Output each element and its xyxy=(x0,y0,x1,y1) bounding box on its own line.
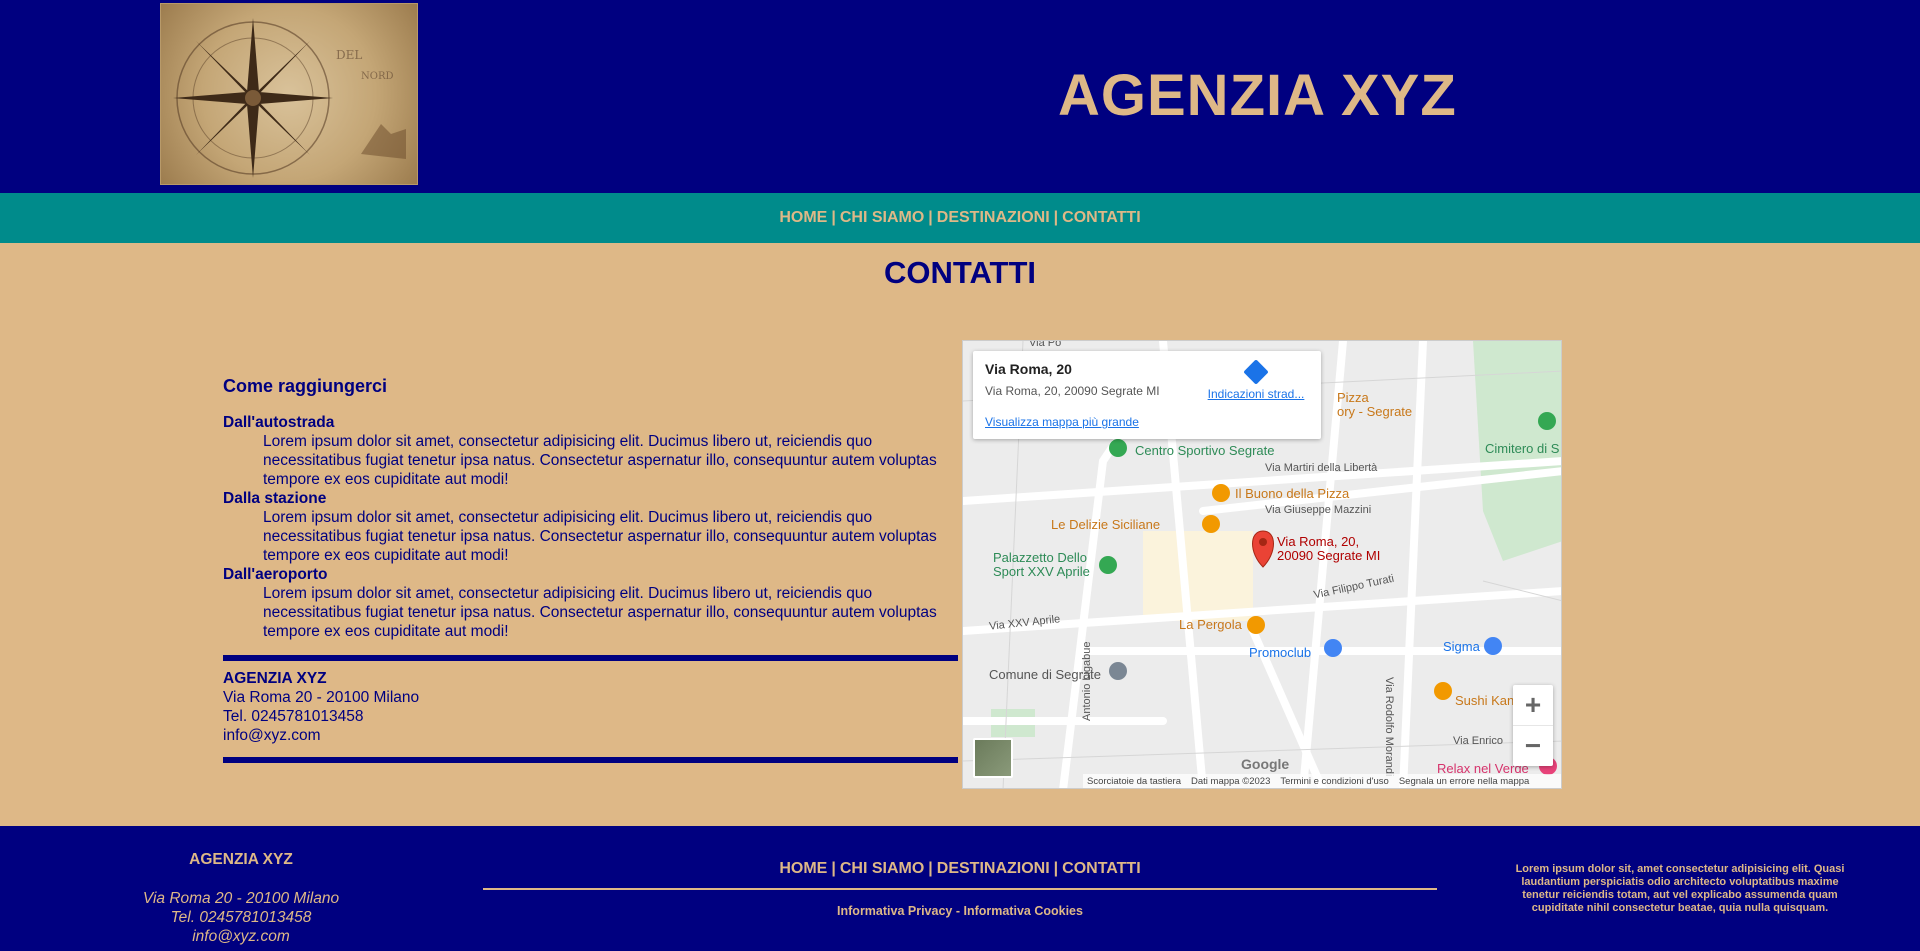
nav-item-destinazioni[interactable]: DESTINAZIONI xyxy=(937,209,1050,226)
logo[interactable]: DEL NORD xyxy=(160,3,418,185)
footer-legal-links[interactable]: Informativa Privacy - Informativa Cookie… xyxy=(837,904,1083,918)
satellite-toggle-button[interactable] xyxy=(973,738,1013,778)
section-heading: Come raggiungerci xyxy=(223,376,388,396)
map-pin-label-1: Via Roma, 20, xyxy=(1277,534,1360,549)
directions-list: Dall'autostrada Lorem ipsum dolor sit am… xyxy=(223,413,958,641)
footer-phone: Tel. 0245781013458 xyxy=(170,909,312,926)
directions-icon xyxy=(1243,359,1269,385)
directions-label: Indicazioni strad... xyxy=(1207,387,1305,401)
footer-nav: HOME | CHI SIAMO | DESTINAZIONI | CONTATTI Inf… xyxy=(483,860,1437,920)
map-footer-terms[interactable]: Termini e condizioni d'uso xyxy=(1280,776,1388,787)
map-pin-label-2: 20090 Segrate MI xyxy=(1277,548,1381,563)
map-label: Pizza ory - Segrate xyxy=(1337,390,1413,419)
nav-separator: | xyxy=(928,209,933,226)
map-label: Le Delizie Siciliane xyxy=(1051,517,1161,532)
nav-separator: | xyxy=(928,860,933,877)
map-label: La Pergola xyxy=(1179,617,1242,632)
nav-separator: | xyxy=(831,209,836,226)
map-label: Via Martiri della Libertà xyxy=(1265,462,1378,474)
footer-nav-links: HOME | CHI SIAMO | DESTINAZIONI | CONTATTI xyxy=(483,860,1437,878)
site-header: DEL NORD AGENZIA XYZ xyxy=(0,0,1920,193)
map-place-name: Via Roma, 20 xyxy=(985,361,1072,377)
map-footer-data: Dati mappa ©2023 xyxy=(1191,775,1271,787)
direction-term: Dall'aeroporto xyxy=(223,566,328,583)
divider xyxy=(223,655,958,661)
map-footer-report[interactable]: Segnala un errore nella mappa xyxy=(1399,776,1529,787)
zoom-controls: + − xyxy=(1513,685,1553,766)
map-label: Centro Sportivo Segrate xyxy=(1135,443,1275,458)
footer-contact: AGENZIA XYZ Via Roma 20 - 20100 Milano T… xyxy=(120,850,362,946)
nav-item-home[interactable]: HOME xyxy=(779,209,827,226)
zoom-in-button[interactable]: + xyxy=(1513,685,1553,725)
main-nav: HOME | CHI SIAMO | DESTINAZIONI | CONTATTI xyxy=(0,193,1920,243)
footer-divider xyxy=(483,888,1437,890)
map-label: Antonio Ligabue xyxy=(1081,641,1093,721)
map-footer: Scorciatoie da tastiera Dati mappa ©2023… xyxy=(1083,774,1561,788)
address-street: Via Roma 20 - 20100 Milano xyxy=(223,689,420,706)
footer-nav-item-chi-siamo[interactable]: CHI SIAMO xyxy=(840,860,924,877)
footer-email: info@xyz.com xyxy=(192,928,290,945)
page-title: CONTATTI xyxy=(883,255,1037,290)
map-label: Promoclub xyxy=(1249,645,1312,660)
address-name: AGENZIA XYZ xyxy=(223,670,327,687)
footer-nav-item-contatti[interactable]: CONTATTI xyxy=(1062,860,1141,877)
nav-separator: | xyxy=(831,860,836,877)
map-label: Via Po xyxy=(1029,340,1062,349)
map-label: Cimitero di S xyxy=(1485,441,1560,456)
footer-name: AGENZIA XYZ xyxy=(189,851,293,868)
map-label: Palazzetto Dello Sport XXV Aprile xyxy=(993,550,1090,579)
site-footer: AGENZIA XYZ Via Roma 20 - 20100 Milano T… xyxy=(0,826,1920,951)
direction-text: Lorem ipsum dolor sit amet, consectetur … xyxy=(263,509,937,564)
address-email: info@xyz.com xyxy=(223,727,321,744)
zoom-out-button[interactable]: − xyxy=(1513,725,1553,765)
contact-address: AGENZIA XYZ Via Roma 20 - 20100 Milano T… xyxy=(223,669,958,745)
directions-link[interactable]: Indicazioni strad... xyxy=(1201,359,1311,401)
compass-rose-icon: DEL NORD xyxy=(173,18,406,178)
map-label: Il Buono della Pizza xyxy=(1235,486,1350,501)
nav-links: HOME | CHI SIAMO | DESTINAZIONI | CONTATTI xyxy=(779,209,1140,227)
map-label: Via Enrico xyxy=(1453,735,1503,747)
address-phone: Tel. 0245781013458 xyxy=(223,708,364,725)
nav-separator: | xyxy=(1053,209,1059,226)
footer-nav-item-home[interactable]: HOME xyxy=(779,860,827,877)
direction-text: Lorem ipsum dolor sit amet, consectetur … xyxy=(263,433,937,488)
footer-blurb: Lorem ipsum dolor sit, amet consectetur … xyxy=(1515,863,1845,914)
map-label: Sushi Kan xyxy=(1455,693,1515,708)
map-footer-shortcuts[interactable]: Scorciatoie da tastiera xyxy=(1087,776,1181,787)
site-title: AGENZIA XYZ xyxy=(1058,63,1457,128)
divider xyxy=(223,757,958,763)
direction-text: Lorem ipsum dolor sit amet, consectetur … xyxy=(263,585,937,640)
map-info-card: Via Roma, 20 Via Roma, 20, 20090 Segrate… xyxy=(973,351,1321,439)
footer-nav-item-destinazioni[interactable]: DESTINAZIONI xyxy=(937,860,1050,877)
nav-item-contatti[interactable]: CONTATTI xyxy=(1062,209,1141,226)
larger-map-link[interactable]: Visualizza mappa più grande xyxy=(985,415,1139,429)
map-label: Via Giuseppe Mazzini xyxy=(1265,504,1372,516)
map-label: Sigma xyxy=(1443,639,1480,654)
svg-text:NORD: NORD xyxy=(361,71,394,82)
direction-term: Dall'autostrada xyxy=(223,414,335,431)
embedded-map[interactable]: Via Po Pizza ory - Segrate Centro Sporti… xyxy=(962,340,1562,789)
google-logo: Google xyxy=(1241,756,1290,772)
directions-section: Come raggiungerci Dall'autostrada Lorem … xyxy=(223,376,958,763)
direction-term: Dalla stazione xyxy=(223,490,327,507)
nav-item-chi-siamo[interactable]: CHI SIAMO xyxy=(840,209,924,226)
footer-street: Via Roma 20 - 20100 Milano xyxy=(142,890,340,907)
svg-text:DEL: DEL xyxy=(336,48,362,62)
map-label: Via Rodolfo Morandi xyxy=(1383,677,1395,777)
nav-separator: | xyxy=(1053,860,1059,877)
map-place-address: Via Roma, 20, 20090 Segrate MI xyxy=(985,384,1160,398)
